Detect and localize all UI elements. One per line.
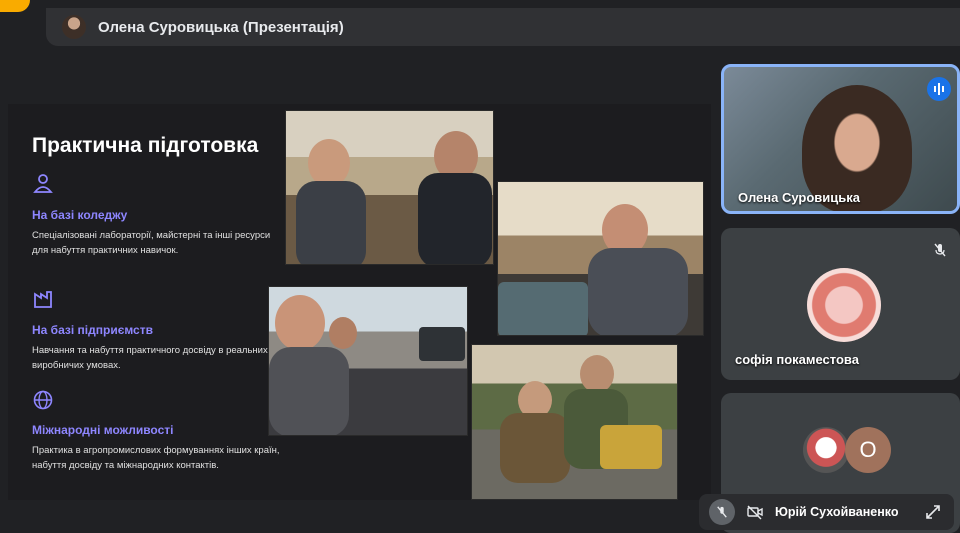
speaking-indicator-icon — [927, 77, 951, 101]
photo-student-soldering — [497, 181, 704, 336]
self-name: Юрій Сухойваненко — [775, 505, 899, 519]
factory-icon — [32, 288, 54, 310]
globe-icon — [32, 389, 54, 411]
participant-tile-speaker[interactable]: Олена Суровицька — [721, 64, 960, 214]
participant-name: софія покаместова — [735, 352, 859, 367]
section-heading-international: Міжнародні можливості — [32, 423, 174, 437]
shared-slide: Практична підготовка На базі коледжу Спе… — [8, 104, 711, 500]
expand-icon[interactable] — [922, 501, 944, 523]
photo-students-lab — [285, 110, 494, 265]
mic-off-icon — [930, 240, 950, 260]
camera-off-icon[interactable] — [743, 500, 767, 524]
slide-title: Практична підготовка — [32, 134, 259, 157]
section-heading-enterprise: На базі підприємств — [32, 323, 153, 337]
photo-students-oscilloscope — [268, 286, 468, 436]
presenter-avatar — [62, 15, 86, 39]
mic-off-icon[interactable] — [709, 499, 735, 525]
section-text-international: Практика в агропромислових формуваннях і… — [32, 445, 280, 471]
avatar — [803, 427, 849, 473]
presenter-bar: Олена Суровицька (Презентація) — [46, 8, 960, 46]
avatar-letter: О — [845, 427, 891, 473]
avatar — [807, 268, 881, 342]
self-view-bar: Юрій Сухойваненко — [699, 494, 954, 530]
section-text-enterprise: Навчання та набуття практичного досвіду … — [32, 345, 268, 371]
section-heading-college: На базі коледжу — [32, 208, 128, 222]
meet-window: Олена Суровицька (Презентація) Практична… — [0, 0, 960, 533]
presentation-indicator — [0, 0, 30, 12]
person-icon — [32, 172, 54, 194]
participant-name: Олена Суровицька — [738, 190, 860, 205]
presenter-label: Олена Суровицька (Презентація) — [98, 18, 344, 36]
photo-field-practice — [471, 344, 678, 500]
section-text-college: Спеціалізовані лабораторії, майстерні та… — [32, 230, 271, 256]
participant-tile-sofia[interactable]: софія покаместова — [721, 228, 960, 380]
